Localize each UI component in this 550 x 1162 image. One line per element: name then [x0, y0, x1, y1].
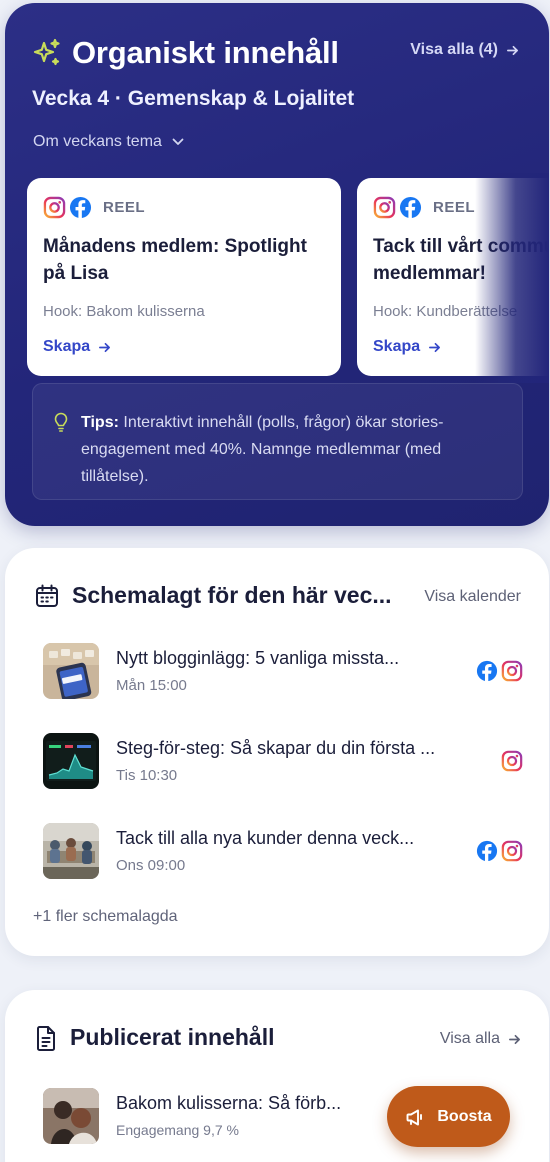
instagram-icon	[43, 196, 66, 219]
platform-icons	[476, 840, 523, 862]
document-icon	[37, 1025, 55, 1051]
create-button[interactable]: Skapa	[373, 338, 441, 356]
post-thumbnail	[43, 823, 99, 879]
organic-header: Organiskt innehåll	[32, 35, 339, 71]
platform-row: REEL	[43, 196, 325, 219]
sparkle-icon	[33, 38, 60, 66]
lightbulb-icon	[54, 412, 68, 432]
boost-button[interactable]: Boosta	[387, 1086, 510, 1147]
content-title: Månadens medlem: Spotlight på Lisa	[43, 236, 307, 284]
arrow-right-icon	[507, 45, 518, 55]
content-type-label: REEL	[433, 199, 476, 216]
scheduled-item-time: Ons 09:00	[116, 857, 186, 874]
arrow-right-icon	[99, 342, 111, 352]
scheduled-header: Schemalagt för den här vec...	[34, 582, 392, 609]
scheduled-item-title: Nytt blogginlägg: 5 vanliga missta...	[116, 648, 400, 668]
published-title: Publicerat innehåll	[70, 1024, 275, 1050]
published-item-title: Bakom kulisserna: Så förb...	[116, 1093, 342, 1113]
tip-text: Tips: Interaktivt innehåll (polls, frågo…	[81, 414, 444, 485]
scheduled-item-title: Steg-för-steg: Så skapar du din första .…	[116, 738, 436, 758]
content-hook: Hook: Bakom kulisserna	[43, 303, 205, 320]
platform-icons	[476, 660, 523, 682]
arrow-right-icon	[429, 342, 441, 352]
theme-toggle-label: Om veckans tema	[33, 133, 162, 150]
instagram-icon	[501, 660, 523, 682]
platform-icons	[501, 750, 523, 772]
scheduled-card: Schemalagt för den här vec... Visa kalen…	[5, 548, 549, 956]
scheduled-item-time: Tis 10:30	[116, 767, 178, 784]
tip-box: Tips: Interaktivt innehåll (polls, frågo…	[32, 383, 523, 500]
post-thumbnail	[43, 1088, 99, 1144]
post-thumbnail	[43, 733, 99, 789]
instagram-icon	[501, 840, 523, 862]
published-item[interactable]: Bakom kulisserna: Så förb... Engagemang …	[43, 1088, 363, 1148]
instagram-icon	[501, 750, 523, 772]
content-type-label: REEL	[103, 199, 146, 216]
scheduled-item[interactable]: Nytt blogginlägg: 5 vanliga missta... Må…	[43, 643, 523, 703]
facebook-icon	[399, 196, 422, 219]
instagram-icon	[373, 196, 396, 219]
more-scheduled-link[interactable]: +1 fler schemalagda	[33, 908, 178, 926]
scheduled-title: Schemalagt för den här vec...	[72, 582, 392, 608]
facebook-icon	[69, 196, 92, 219]
view-all-published-link[interactable]: Visa alla	[440, 1030, 521, 1048]
view-all-organic-link[interactable]: Visa alla (4)	[410, 41, 519, 59]
create-button[interactable]: Skapa	[43, 338, 111, 356]
scheduled-item[interactable]: Tack till alla nya kunder denna veck... …	[43, 823, 523, 883]
facebook-icon	[476, 660, 498, 682]
organic-content-card: Organiskt innehåll Visa alla (4) Vecka 4…	[5, 3, 549, 526]
megaphone-icon	[406, 1109, 423, 1125]
view-calendar-link[interactable]: Visa kalender	[424, 588, 521, 606]
scheduled-item-time: Mån 15:00	[116, 677, 187, 694]
content-suggestion-card[interactable]: REEL Månadens medlem: Spotlight på Lisa …	[27, 178, 341, 376]
arrow-right-icon	[509, 1034, 520, 1044]
facebook-icon	[476, 840, 498, 862]
chevron-down-icon	[172, 138, 184, 145]
post-thumbnail	[43, 643, 99, 699]
scheduled-item[interactable]: Steg-för-steg: Så skapar du din första .…	[43, 733, 523, 793]
view-all-label: Visa alla (4)	[410, 41, 498, 58]
calendar-icon	[36, 584, 58, 607]
scheduled-item-title: Tack till alla nya kunder denna veck...	[116, 828, 415, 848]
published-header: Publicerat innehåll	[34, 1024, 275, 1051]
view-all-label: Visa alla	[439, 1030, 500, 1047]
organic-title: Organiskt innehåll	[72, 35, 339, 70]
boost-label: Boosta	[437, 1107, 492, 1125]
create-label: Skapa	[373, 338, 421, 355]
scroll-fade-overlay	[475, 173, 549, 383]
week-theme-heading: Vecka 4 · Gemenskap & Lojalitet	[32, 87, 355, 110]
create-label: Skapa	[43, 338, 91, 355]
theme-info-toggle[interactable]: Om veckans tema	[33, 133, 184, 151]
published-item-engagement: Engagemang 9,7 %	[116, 1122, 239, 1138]
